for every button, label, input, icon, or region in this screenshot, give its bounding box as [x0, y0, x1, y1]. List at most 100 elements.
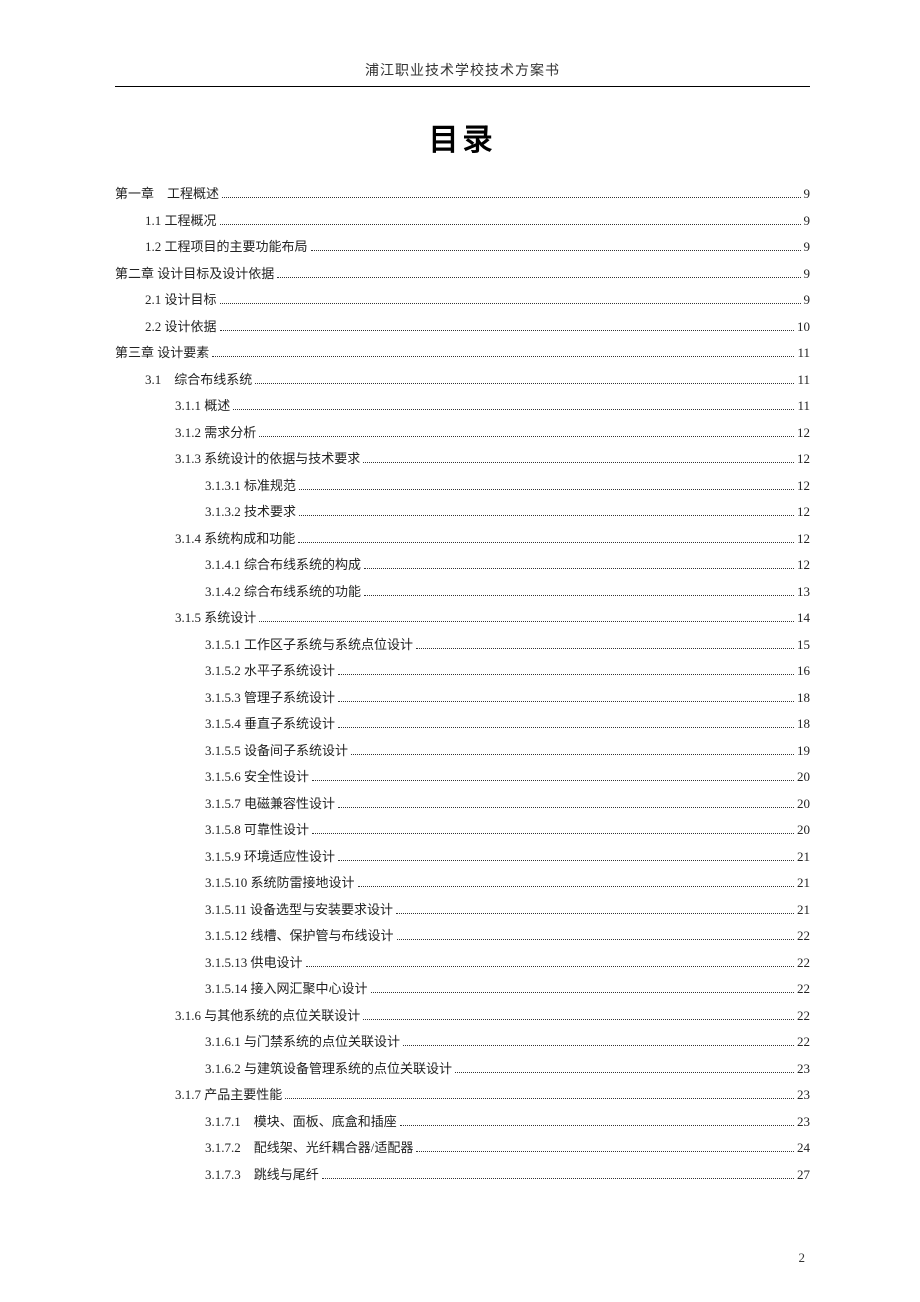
toc-entry-label: 3.1.4.1 综合布线系统的构成: [205, 558, 361, 571]
toc-entry[interactable]: 3.1.5.8 可靠性设计20: [115, 823, 810, 836]
toc-entry-page: 11: [797, 346, 810, 359]
toc-entry[interactable]: 2.1 设计目标 9: [115, 293, 810, 306]
toc-leader-dots: [255, 383, 794, 384]
toc-leader-dots: [311, 250, 801, 251]
toc-title: 目录: [115, 115, 810, 159]
toc-entry[interactable]: 3.1 综合布线系统11: [115, 373, 810, 386]
toc-entry[interactable]: 3.1.5.2 水平子系统设计16: [115, 664, 810, 677]
toc-entry[interactable]: 3.1.7 产品主要性能23: [115, 1088, 810, 1101]
toc-entry[interactable]: 2.2 设计依据 10: [115, 320, 810, 333]
toc-leader-dots: [220, 330, 794, 331]
toc-entry[interactable]: 3.1.4 系统构成和功能12: [115, 532, 810, 545]
toc-leader-dots: [455, 1072, 794, 1073]
toc-entry[interactable]: 3.1.2 需求分析12: [115, 426, 810, 439]
toc-entry-page: 10: [797, 320, 810, 333]
toc-entry-label: 3.1.5.13 供电设计: [205, 956, 303, 969]
toc-entry-label: 3.1.7 产品主要性能: [175, 1088, 282, 1101]
toc-entry[interactable]: 3.1.3.1 标准规范12: [115, 479, 810, 492]
toc-leader-dots: [396, 913, 794, 914]
toc-entry-page: 11: [797, 399, 810, 412]
toc-entry[interactable]: 3.1.6.1 与门禁系统的点位关联设计22: [115, 1035, 810, 1048]
toc-entry-label: 3.1.5.5 设备间子系统设计: [205, 744, 348, 757]
toc-entry-label: 3.1.5.1 工作区子系统与系统点位设计: [205, 638, 413, 651]
toc-entry-label: 3.1.5.2 水平子系统设计: [205, 664, 335, 677]
toc-entry-label: 3.1.5.7 电磁兼容性设计: [205, 797, 335, 810]
toc-leader-dots: [338, 860, 794, 861]
toc-entry[interactable]: 3.1.3 系统设计的依据与技术要求12: [115, 452, 810, 465]
toc-entry-page: 20: [797, 823, 810, 836]
toc-entry-page: 13: [797, 585, 810, 598]
toc-entry-label: 2.2 设计依据: [145, 320, 217, 333]
toc-entry[interactable]: 第二章 设计目标及设计依据 9: [115, 267, 810, 280]
toc-leader-dots: [312, 780, 794, 781]
toc-entry[interactable]: 3.1.5 系统设计14: [115, 611, 810, 624]
toc-entry-page: 12: [797, 505, 810, 518]
toc-entry[interactable]: 3.1.5.10 系统防雷接地设计21: [115, 876, 810, 889]
toc-entry[interactable]: 3.1.1 概述11: [115, 399, 810, 412]
toc-entry-page: 23: [797, 1062, 810, 1075]
toc-entry[interactable]: 3.1.5.5 设备间子系统设计19: [115, 744, 810, 757]
toc-entry[interactable]: 3.1.3.2 技术要求12: [115, 505, 810, 518]
toc-entry-page: 22: [797, 929, 810, 942]
toc-leader-dots: [358, 886, 794, 887]
toc-entry-page: 20: [797, 797, 810, 810]
toc-leader-dots: [259, 621, 794, 622]
toc-entry-page: 9: [804, 214, 811, 227]
toc-leader-dots: [298, 542, 794, 543]
toc-entry[interactable]: 3.1.5.4 垂直子系统设计18: [115, 717, 810, 730]
toc-leader-dots: [397, 939, 794, 940]
toc-entry[interactable]: 3.1.5.3 管理子系统设计18: [115, 691, 810, 704]
toc-entry[interactable]: 3.1.5.14 接入网汇聚中心设计22: [115, 982, 810, 995]
toc-leader-dots: [212, 356, 794, 357]
toc-entry[interactable]: 1.1 工程概况 9: [115, 214, 810, 227]
toc-entry[interactable]: 3.1.5.6 安全性设计20: [115, 770, 810, 783]
toc-entry[interactable]: 3.1.4.2 综合布线系统的功能 13: [115, 585, 810, 598]
toc-entry[interactable]: 3.1.7.3 跳线与尾纤 27: [115, 1168, 810, 1181]
toc-entry[interactable]: 3.1.5.1 工作区子系统与系统点位设计 15: [115, 638, 810, 651]
toc-entry-page: 12: [797, 452, 810, 465]
toc-leader-dots: [233, 409, 794, 410]
toc-leader-dots: [285, 1098, 794, 1099]
toc-leader-dots: [416, 1151, 794, 1152]
toc-entry-label: 第二章 设计目标及设计依据: [115, 267, 274, 280]
toc-entry-page: 18: [797, 691, 810, 704]
toc-entry-page: 9: [804, 267, 811, 280]
toc-entry[interactable]: 第一章 工程概述9: [115, 187, 810, 200]
toc-entry-page: 9: [804, 187, 811, 200]
toc-entry[interactable]: 3.1.5.12 线槽、保护管与布线设计22: [115, 929, 810, 942]
toc-entry-label: 3.1.5.9 环境适应性设计: [205, 850, 335, 863]
toc-entry-label: 2.1 设计目标: [145, 293, 217, 306]
toc-leader-dots: [277, 277, 800, 278]
toc-leader-dots: [351, 754, 794, 755]
toc-entry-page: 18: [797, 717, 810, 730]
toc-entry[interactable]: 1.2 工程项目的主要功能布局9: [115, 240, 810, 253]
toc-entry-page: 27: [797, 1168, 810, 1181]
toc-entry[interactable]: 3.1.5.11 设备选型与安装要求设计21: [115, 903, 810, 916]
toc-entry[interactable]: 3.1.7.1 模块、面板、底盒和插座23: [115, 1115, 810, 1128]
toc-entry[interactable]: 第三章 设计要素11: [115, 346, 810, 359]
toc-entry-label: 3.1.7.2 配线架、光纤耦合器/适配器: [205, 1141, 413, 1154]
toc-entry[interactable]: 3.1.5.7 电磁兼容性设计 20: [115, 797, 810, 810]
toc-entry[interactable]: 3.1.6.2 与建筑设备管理系统的点位关联设计 23: [115, 1062, 810, 1075]
toc-leader-dots: [299, 489, 794, 490]
toc-entry[interactable]: 3.1.4.1 综合布线系统的构成12: [115, 558, 810, 571]
toc-leader-dots: [363, 462, 794, 463]
toc-entry-label: 1.1 工程概况: [145, 214, 217, 227]
toc-entry-page: 12: [797, 479, 810, 492]
toc-entry-page: 11: [797, 373, 810, 386]
toc-leader-dots: [322, 1178, 794, 1179]
toc-entry-label: 3.1.7.3 跳线与尾纤: [205, 1168, 319, 1181]
toc-leader-dots: [338, 807, 794, 808]
toc-entry-label: 3.1.4.2 综合布线系统的功能: [205, 585, 361, 598]
toc-leader-dots: [306, 966, 794, 967]
toc-entry[interactable]: 3.1.6 与其他系统的点位关联设计22: [115, 1009, 810, 1022]
toc-entry-page: 24: [797, 1141, 810, 1154]
toc-entry-page: 9: [804, 293, 811, 306]
toc-entry-page: 12: [797, 532, 810, 545]
toc-entry[interactable]: 3.1.7.2 配线架、光纤耦合器/适配器 24: [115, 1141, 810, 1154]
toc-entry-label: 3.1.6.2 与建筑设备管理系统的点位关联设计: [205, 1062, 452, 1075]
toc-entry[interactable]: 3.1.5.9 环境适应性设计21: [115, 850, 810, 863]
toc-entry-page: 14: [797, 611, 810, 624]
toc-entry-page: 15: [797, 638, 810, 651]
toc-entry[interactable]: 3.1.5.13 供电设计22: [115, 956, 810, 969]
